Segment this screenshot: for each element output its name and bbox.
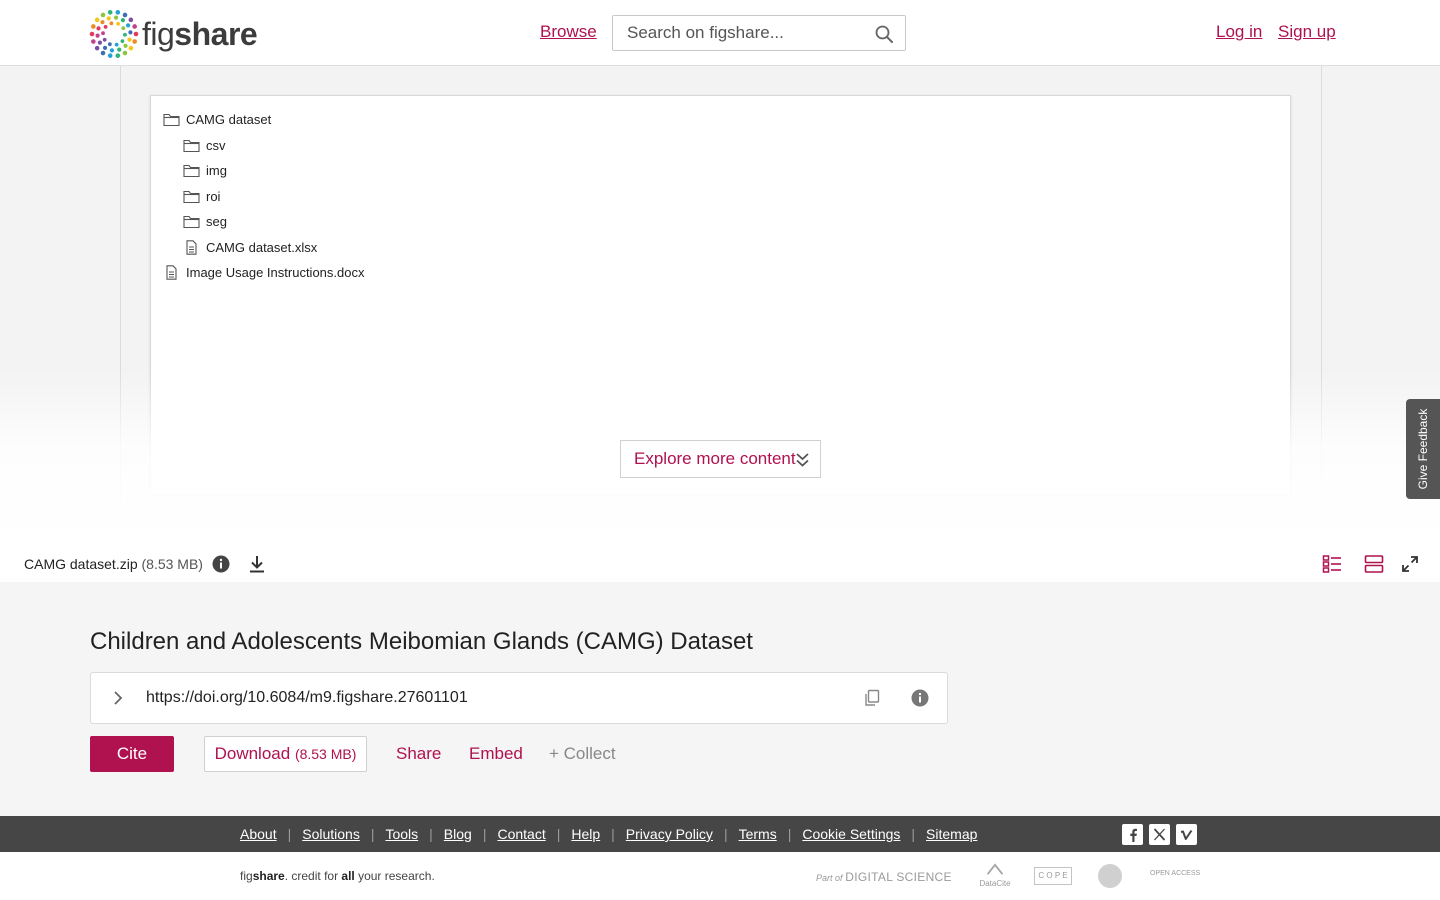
folder-icon bbox=[183, 215, 200, 229]
tree-file-docx[interactable]: Image Usage Instructions.docx bbox=[163, 265, 364, 280]
search-icon[interactable] bbox=[874, 24, 894, 44]
double-chevron-down-icon bbox=[796, 453, 809, 467]
download-button[interactable]: Download (8.53 MB) bbox=[204, 736, 367, 772]
tree-folder-root[interactable]: CAMG dataset bbox=[163, 112, 271, 127]
tree-folder-label: csv bbox=[206, 138, 226, 153]
download-icon[interactable] bbox=[248, 555, 266, 573]
footer-link-sitemap[interactable]: Sitemap bbox=[926, 826, 977, 842]
doi-box: https://doi.org/10.6084/m9.figshare.2760… bbox=[90, 672, 948, 724]
footer-link-help[interactable]: Help bbox=[571, 826, 600, 842]
file-icon bbox=[186, 240, 197, 255]
footer-bottom: figshare. credit for all your research. … bbox=[0, 852, 1440, 900]
footer-separator: | bbox=[723, 826, 728, 842]
fullscreen-icon[interactable] bbox=[1401, 555, 1419, 573]
footer-separator: | bbox=[370, 826, 375, 842]
datacite-icon bbox=[986, 863, 1004, 875]
tree-folder-label: seg bbox=[206, 214, 227, 229]
list-view-icon[interactable] bbox=[1322, 554, 1342, 574]
browse-link[interactable]: Browse bbox=[540, 22, 597, 42]
tree-file-label: CAMG dataset.xlsx bbox=[206, 240, 318, 255]
tree-folder-roi[interactable]: roi bbox=[183, 189, 220, 204]
footer-nav: About | Solutions | Tools | Blog | Contact | … bbox=[0, 816, 1440, 852]
footer-links: About | Solutions | Tools | Blog | Contact | … bbox=[240, 826, 977, 842]
footer-tagline: figshare. credit for all your research. bbox=[240, 869, 435, 883]
tree-folder-img[interactable]: img bbox=[183, 163, 227, 178]
feedback-label: Give Feedback bbox=[1416, 408, 1430, 490]
cite-button[interactable]: Cite bbox=[90, 736, 174, 772]
card-view-icon[interactable] bbox=[1364, 554, 1384, 574]
tree-folder-label: img bbox=[206, 163, 227, 178]
doi-link[interactable]: https://doi.org/10.6084/m9.figshare.2760… bbox=[146, 689, 468, 707]
footer-link-cookie-settings[interactable]: Cookie Settings bbox=[802, 826, 900, 842]
tree-folder-label: roi bbox=[206, 189, 221, 204]
info-icon[interactable] bbox=[911, 689, 929, 707]
footer-link-solutions[interactable]: Solutions bbox=[302, 826, 360, 842]
explore-label: Explore more content bbox=[634, 449, 796, 468]
search-box bbox=[612, 15, 906, 51]
logo-wordmark: figshare bbox=[142, 15, 258, 52]
digital-science-logo[interactable]: Part of DIGITAL SCIENCE bbox=[816, 870, 952, 884]
footer-link-about[interactable]: About bbox=[240, 826, 277, 842]
tree-file-xlsx[interactable]: CAMG dataset.xlsx bbox=[183, 240, 317, 255]
folder-icon bbox=[183, 190, 200, 204]
footer-link-contact[interactable]: Contact bbox=[497, 826, 545, 842]
footer-separator: | bbox=[429, 826, 433, 842]
folder-icon bbox=[163, 113, 180, 127]
item-title: Children and Adolescents Meibomian Gland… bbox=[90, 628, 753, 655]
footer-separator: | bbox=[787, 826, 792, 842]
footer-link-privacy[interactable]: Privacy Policy bbox=[626, 826, 713, 842]
datacite-logo[interactable]: DataCite bbox=[978, 863, 1012, 888]
current-file-size: (8.53 MB) bbox=[141, 556, 203, 572]
chevron-right-icon[interactable] bbox=[111, 690, 125, 706]
share-link[interactable]: Share bbox=[396, 744, 441, 764]
tree-file-label: Image Usage Instructions.docx bbox=[186, 265, 365, 280]
file-info-icon[interactable] bbox=[212, 555, 230, 573]
footer-separator: | bbox=[287, 826, 292, 842]
download-size: (8.53 MB) bbox=[294, 746, 357, 762]
seal-logo-icon[interactable] bbox=[1098, 864, 1122, 888]
give-feedback-tab[interactable]: Give Feedback bbox=[1406, 399, 1440, 499]
file-icon bbox=[166, 265, 177, 280]
footer-separator: | bbox=[482, 826, 487, 842]
figshare-logo-icon bbox=[89, 10, 139, 58]
figshare-logo[interactable]: figshare bbox=[88, 8, 258, 60]
copy-icon[interactable] bbox=[863, 689, 881, 707]
download-label: Download bbox=[214, 744, 291, 763]
embed-link[interactable]: Embed bbox=[469, 744, 523, 764]
vimeo-icon[interactable] bbox=[1176, 824, 1197, 845]
signup-link[interactable]: Sign up bbox=[1278, 22, 1336, 42]
footer-separator: | bbox=[911, 826, 916, 842]
file-bar: CAMG dataset.zip (8.53 MB) bbox=[0, 546, 1440, 582]
footer-link-terms[interactable]: Terms bbox=[739, 826, 777, 842]
x-twitter-icon[interactable] bbox=[1149, 824, 1170, 845]
tree-folder-label: CAMG dataset bbox=[186, 112, 272, 127]
folder-icon bbox=[183, 139, 200, 153]
cope-logo[interactable]: C O P E bbox=[1034, 867, 1072, 885]
folder-icon bbox=[183, 164, 200, 178]
tree-folder-csv[interactable]: csv bbox=[183, 138, 226, 153]
footer-separator: | bbox=[556, 826, 561, 842]
footer-link-blog[interactable]: Blog bbox=[444, 826, 472, 842]
current-file-name: CAMG dataset.zip (8.53 MB) bbox=[24, 556, 203, 572]
login-link[interactable]: Log in bbox=[1216, 22, 1262, 42]
facebook-icon[interactable] bbox=[1122, 824, 1143, 845]
search-input[interactable] bbox=[613, 16, 863, 50]
collect-link[interactable]: + Collect bbox=[549, 744, 616, 764]
explore-more-button[interactable]: Explore more content bbox=[620, 440, 821, 478]
tree-folder-seg[interactable]: seg bbox=[183, 214, 227, 229]
site-header: figshare Browse Log in Sign up bbox=[0, 0, 1440, 66]
footer-separator: | bbox=[611, 826, 615, 842]
footer-link-tools[interactable]: Tools bbox=[385, 826, 418, 842]
open-access-logo[interactable]: OPEN ACCESS bbox=[1150, 870, 1200, 877]
